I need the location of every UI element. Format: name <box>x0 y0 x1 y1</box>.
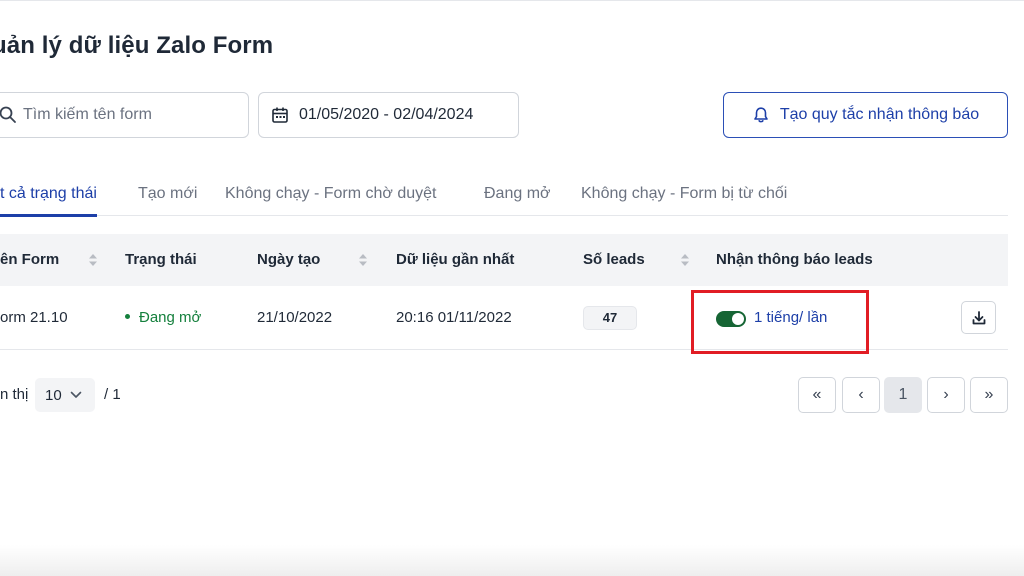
sort-icon[interactable] <box>358 251 368 269</box>
tab-rejected[interactable]: Không chạy - Form bị từ chối <box>581 176 787 216</box>
leads-count-badge: 47 <box>583 306 637 330</box>
header-status: Trạng thái <box>125 251 197 268</box>
status-dot <box>125 314 130 319</box>
page-title: uản lý dữ liệu Zalo Form <box>0 32 274 59</box>
status-label: Đang mở <box>139 309 202 326</box>
top-divider <box>0 0 1024 1</box>
next-page-button[interactable]: › <box>927 377 965 413</box>
double-chevron-left-icon: « <box>812 386 822 403</box>
cell-status: Đang mở <box>125 286 201 350</box>
highlight-box <box>691 290 869 354</box>
current-page-number: 1 <box>898 386 908 403</box>
tab-pending-review[interactable]: Không chạy - Form chờ duyệt <box>225 176 436 216</box>
chevron-right-icon: › <box>943 386 949 403</box>
sort-icon[interactable] <box>88 251 98 269</box>
download-icon <box>971 310 987 326</box>
header-lead-notifications: Nhận thông báo leads <box>716 251 873 268</box>
search-icon <box>0 106 17 124</box>
search-field[interactable] <box>0 92 249 138</box>
double-chevron-right-icon: » <box>984 386 994 403</box>
table-header: ên Form Trạng thái Ngày tạo Dữ liệu gần … <box>0 234 1008 286</box>
cell-created-date: 21/10/2022 <box>257 309 333 326</box>
last-page-button[interactable]: » <box>970 377 1008 413</box>
header-form-name: ên Form <box>0 251 60 268</box>
page-total: / 1 <box>104 386 121 403</box>
header-created-date: Ngày tạo <box>257 251 321 268</box>
date-range-picker[interactable]: 01/05/2020 - 02/04/2024 <box>258 92 519 138</box>
date-range-value: 01/05/2020 - 02/04/2024 <box>299 106 474 123</box>
tab-all-status[interactable]: t cả trạng thái <box>0 176 97 217</box>
calendar-icon <box>271 106 289 124</box>
download-button[interactable] <box>961 301 996 334</box>
cell-form-name[interactable]: orm 21.10 <box>0 286 68 350</box>
bell-icon <box>752 106 770 124</box>
header-latest-data: Dữ liệu gần nhất <box>396 251 515 268</box>
status-tabs: t cả trạng thái Tạo mới Không chạy - For… <box>0 176 1008 217</box>
tab-new[interactable]: Tạo mới <box>138 176 197 216</box>
bottom-shadow <box>0 545 1024 576</box>
search-input[interactable] <box>23 106 243 124</box>
notify-button-label: Tạo quy tắc nhận thông báo <box>779 106 980 123</box>
page-size-label: n thị <box>0 386 29 403</box>
chevron-left-icon: ‹ <box>858 386 864 403</box>
page-number-button[interactable]: 1 <box>884 377 922 413</box>
cell-latest-data: 20:16 01/11/2022 <box>396 309 512 326</box>
tab-open[interactable]: Đang mở <box>484 176 551 216</box>
chevron-down-icon <box>70 391 82 399</box>
page-size-select[interactable]: 10 <box>35 378 95 412</box>
create-notification-rule-button[interactable]: Tạo quy tắc nhận thông báo <box>723 92 1008 138</box>
page-size-value: 10 <box>45 386 62 404</box>
first-page-button[interactable]: « <box>798 377 836 413</box>
sort-icon[interactable] <box>680 251 690 269</box>
prev-page-button[interactable]: ‹ <box>842 377 880 413</box>
header-leads-count: Số leads <box>583 251 645 268</box>
